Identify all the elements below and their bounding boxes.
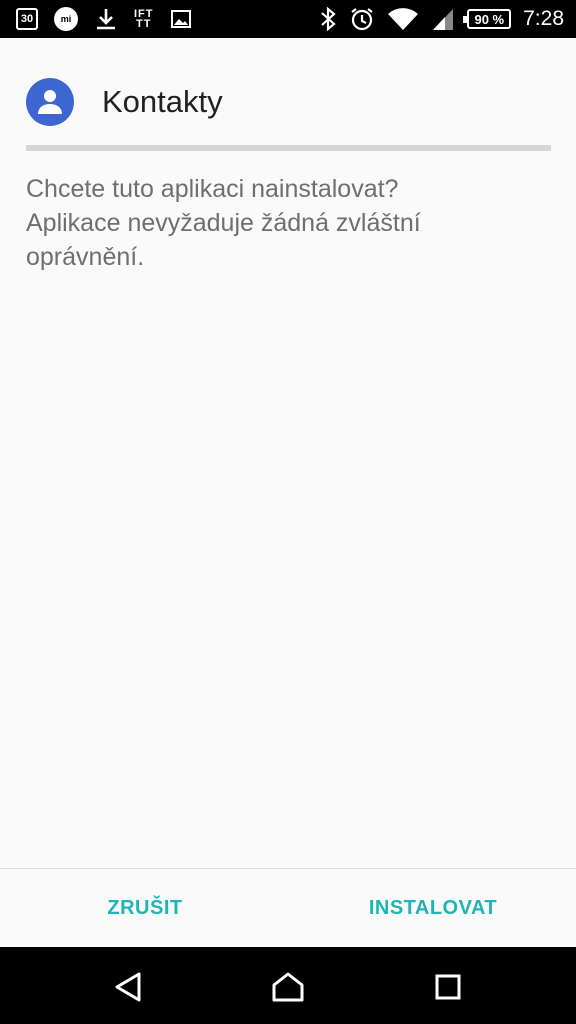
alarm-icon (351, 8, 374, 31)
mi-label: mi (60, 14, 72, 24)
install-screen: 30 mi IFT TT 90 % 7:28 Kontakty Chcete t… (0, 0, 576, 1024)
back-icon[interactable] (106, 965, 150, 1009)
app-header: Kontakty (26, 78, 223, 126)
message-line-1: Chcete tuto aplikaci nainstalovat? (26, 175, 399, 203)
image-icon (170, 10, 191, 28)
app-name: Kontakty (102, 84, 223, 119)
calendar-day: 30 (20, 12, 34, 25)
bluetooth-icon (321, 6, 337, 32)
mi-icon: mi (54, 7, 78, 31)
contacts-person-icon (26, 78, 74, 126)
install-button[interactable]: INSTALOVAT (338, 869, 528, 948)
message-line-2: Aplikace nevyžaduje žádná zvláštní (26, 209, 421, 237)
calendar-icon: 30 (16, 8, 38, 30)
button-bar: ZRUŠIT INSTALOVAT (0, 868, 576, 948)
header-divider (26, 145, 551, 151)
download-icon (97, 9, 115, 30)
ifttt-icon: IFT TT (134, 8, 154, 30)
battery-icon: 90 % (463, 9, 512, 29)
status-time: 7:28 (523, 7, 564, 30)
message-line-3: oprávnění. (26, 243, 145, 271)
cancel-button[interactable]: ZRUŠIT (60, 869, 230, 948)
status-bar: 30 mi IFT TT 90 % 7:28 (0, 0, 576, 38)
wifi-icon (388, 8, 419, 31)
install-message: Chcete tuto aplikaci nainstalovat? Aplik… (26, 172, 546, 274)
recents-icon[interactable] (426, 965, 470, 1009)
navigation-bar (0, 947, 576, 1024)
battery-level: 90 % (474, 11, 505, 27)
home-icon[interactable] (266, 965, 310, 1009)
signal-icon (433, 9, 454, 30)
